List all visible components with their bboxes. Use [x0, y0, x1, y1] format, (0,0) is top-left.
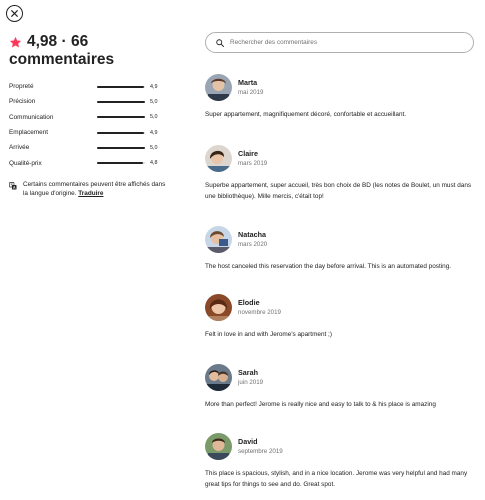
translation-text-block: Certains commentaires peuvent être affic…: [23, 181, 169, 199]
category-score: 5,0: [150, 114, 158, 121]
category-bar-fill: [97, 131, 145, 134]
category-bar: [97, 116, 145, 119]
review-text: Felt in love in and with Jerome's apartm…: [205, 331, 332, 338]
category-label: Emplacement: [9, 129, 49, 137]
category-row: Précision 5,0: [9, 94, 169, 109]
category-bar-fill: [97, 116, 145, 119]
category-bar-fill: [97, 85, 145, 88]
star-icon: [9, 36, 22, 48]
review-item: David septembre 2019 This place is spaci…: [205, 432, 475, 490]
category-label: Arrivée: [9, 144, 30, 152]
category-score: 5,0: [150, 144, 158, 151]
review-item: Marta mai 2019 Super appartement, magnif…: [205, 73, 475, 121]
review-item: Claire mars 2019 Superbe appartement, su…: [205, 144, 475, 202]
review-date: mars 2020: [238, 240, 268, 248]
reviewer-name: Sarah: [238, 367, 258, 377]
category-bar-fill: [97, 146, 145, 149]
category-bar: [97, 85, 145, 88]
reviewer-name: Marta: [238, 77, 258, 87]
category-bar: [97, 100, 145, 103]
category-bar: [97, 146, 145, 149]
avatar[interactable]: [205, 73, 232, 101]
review-date: juin 2019: [238, 378, 264, 386]
category-row: Communication 5,0: [9, 110, 169, 125]
review-text: The host canceled this reservation the d…: [205, 263, 452, 270]
category-ratings: Propreté 4,9 Précision 5,0 Communication…: [9, 79, 169, 171]
review-text: More than perfect! Jerome is really nice…: [205, 401, 436, 408]
category-bar: [97, 131, 145, 134]
close-icon: [11, 10, 18, 17]
reviewer-name: David: [238, 436, 258, 446]
review-item: Natacha mars 2020 The host canceled this…: [205, 225, 475, 273]
category-row: Emplacement 4,9: [9, 125, 169, 140]
rating-separator: ·: [61, 33, 67, 50]
rating-value: 4,98: [27, 33, 58, 50]
category-row: Arrivée 5,0: [9, 140, 169, 155]
search-box[interactable]: [205, 32, 474, 53]
translate-link[interactable]: Traduire: [78, 190, 103, 197]
translation-notice: Certains commentaires peuvent être affic…: [9, 181, 169, 199]
avatar[interactable]: [205, 225, 232, 253]
search-input[interactable]: [230, 39, 460, 46]
category-label: Propreté: [9, 83, 34, 91]
close-button[interactable]: [6, 5, 23, 22]
category-score: 5,0: [150, 98, 158, 105]
avatar[interactable]: [205, 432, 232, 460]
category-label: Précision: [9, 98, 36, 106]
review-text: This place is spacious, stylish, and in …: [205, 470, 468, 488]
review-text: Super appartement, magnifiquement décoré…: [205, 111, 407, 118]
category-label: Communication: [9, 113, 54, 121]
category-score: 4,9: [150, 129, 158, 136]
category-row: Qualité-prix 4,8: [9, 155, 169, 170]
avatar[interactable]: [205, 293, 232, 321]
review-date: mai 2019: [238, 88, 264, 96]
search-icon: [216, 38, 224, 47]
review-item: Sarah juin 2019 More than perfect! Jerom…: [205, 363, 475, 411]
page-title: 4,98 · 66 commentaires: [9, 33, 169, 69]
review-date: mars 2019: [238, 159, 268, 167]
category-bar: [97, 162, 145, 165]
ratings-summary: 4,98 · 66 commentaires Propreté 4,9 Préc…: [9, 33, 169, 197]
reviewer-name: Natacha: [238, 229, 266, 239]
avatar[interactable]: [205, 363, 232, 391]
review-date: novembre 2019: [238, 308, 281, 316]
category-score: 4,8: [150, 160, 158, 167]
review-item: Elodie novembre 2019 Felt in love in and…: [205, 293, 475, 341]
reviews-label: commentaires: [9, 51, 115, 68]
review-date: septembre 2019: [238, 447, 283, 455]
avatar[interactable]: [205, 144, 232, 172]
category-score: 4,9: [150, 83, 158, 90]
reviewer-name: Claire: [238, 148, 258, 158]
review-count: 66: [70, 33, 89, 50]
review-text: Superbe appartement, super accueil, très…: [205, 182, 472, 200]
reviewer-name: Elodie: [238, 297, 260, 307]
category-bar-fill: [97, 162, 144, 165]
category-label: Qualité-prix: [9, 159, 42, 167]
category-bar-fill: [97, 100, 145, 103]
translate-icon: [9, 182, 17, 190]
category-row: Propreté 4,9: [9, 79, 169, 94]
